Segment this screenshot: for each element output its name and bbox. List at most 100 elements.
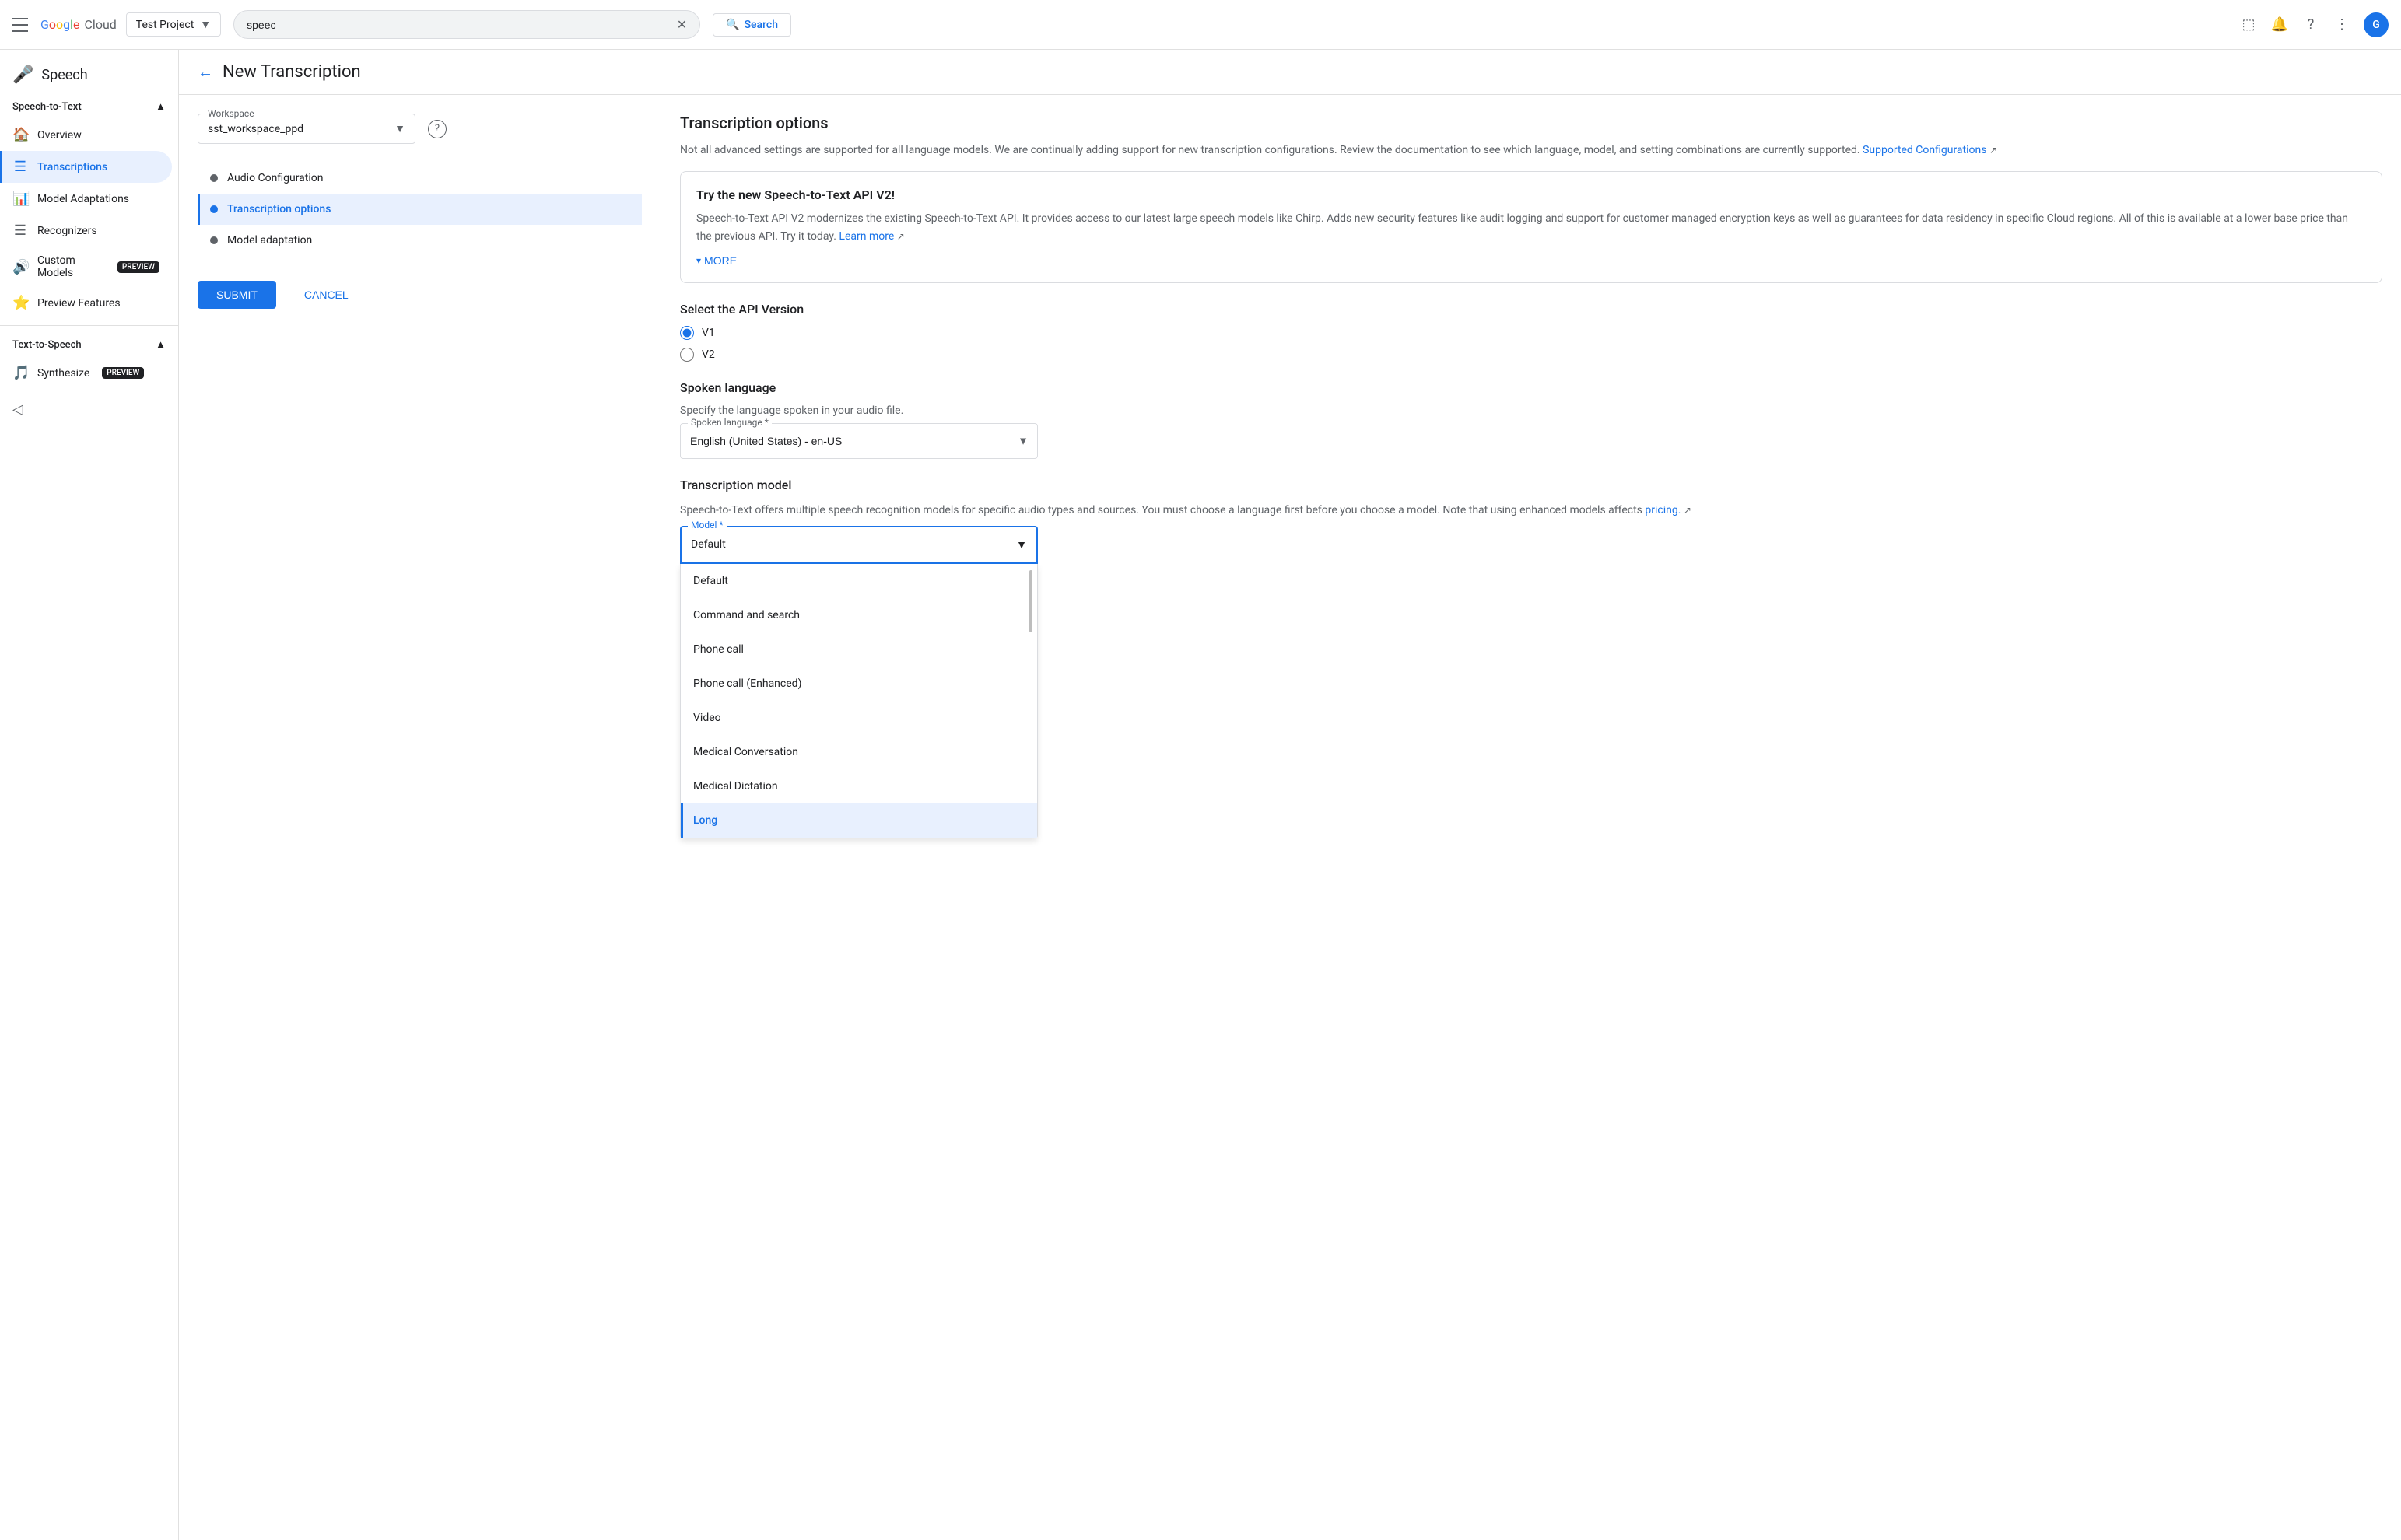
left-panel: Workspace sst_workspace_ppd ▼ ? Audio Co… [179, 95, 661, 1540]
sidebar-item-synthesize[interactable]: 🎵 Synthesize PREVIEW [0, 357, 172, 389]
chevron-up-icon-tts: ▲ [156, 338, 166, 351]
step-label-model: Model adaptation [227, 234, 312, 247]
api-version-v1-radio[interactable] [680, 326, 694, 340]
model-field-label: Model * [688, 520, 727, 530]
google-cloud-logo: Google Cloud [40, 17, 117, 32]
search-input[interactable] [247, 19, 671, 31]
model-option-command-search[interactable]: Command and search [681, 598, 1037, 632]
step-item-model-adaptation[interactable]: Model adaptation [198, 225, 642, 256]
api-version-v2[interactable]: V2 [680, 348, 2382, 362]
workspace-dropdown-icon: ▼ [394, 122, 405, 135]
v2-banner-desc: Speech-to-Text API V2 modernizes the exi… [696, 210, 2366, 245]
sidebar-collapse-button[interactable]: ◁ [0, 389, 178, 430]
spoken-language-desc: Specify the language spoken in your audi… [680, 404, 2382, 417]
project-selector[interactable]: Test Project ▼ [126, 12, 221, 37]
transcription-options-title: Transcription options [680, 114, 2382, 132]
model-option-default[interactable]: Default [681, 564, 1037, 598]
two-column-layout: Workspace sst_workspace_ppd ▼ ? Audio Co… [179, 95, 2401, 1540]
custom-models-preview-badge: PREVIEW [117, 261, 159, 273]
sidebar-item-label: Synthesize [37, 367, 89, 380]
recognizers-icon: ☰ [12, 222, 28, 239]
notifications-icon[interactable]: 🔔 [2270, 16, 2289, 34]
sidebar-item-model-adaptations[interactable]: 📊 Model Adaptations [0, 183, 172, 215]
search-button[interactable]: 🔍 Search [713, 13, 791, 37]
spoken-language-section: Spoken language Specify the language spo… [680, 380, 2382, 459]
pricing-link[interactable]: pricing. [1645, 504, 1681, 516]
chevron-down-icon: ▾ [696, 255, 701, 266]
sidebar-item-custom-models[interactable]: 🔊 Custom Models PREVIEW [0, 247, 172, 287]
sidebar-item-recognizers[interactable]: ☰ Recognizers [0, 215, 172, 247]
step-label-audio: Audio Configuration [227, 172, 323, 184]
sidebar-section-speech-to-text[interactable]: Speech-to-Text ▲ [0, 94, 178, 119]
sidebar-item-transcriptions[interactable]: ☰ Transcriptions [0, 151, 172, 183]
model-dropdown-trigger[interactable]: Default ▼ [680, 526, 1038, 564]
transcriptions-icon: ☰ [12, 159, 28, 175]
workspace-help-icon[interactable]: ? [428, 120, 447, 138]
sidebar-section-text-to-speech[interactable]: Text-to-Speech ▲ [0, 332, 178, 357]
avatar[interactable]: G [2364, 12, 2389, 37]
more-button[interactable]: ▾ MORE [696, 254, 737, 267]
synthesize-icon: 🎵 [12, 365, 28, 381]
v2-banner-title: Try the new Speech-to-Text API V2! [696, 187, 2366, 202]
model-option-medical-conversation[interactable]: Medical Conversation [681, 735, 1037, 769]
model-option-long[interactable]: Long [681, 803, 1037, 838]
model-field-wrapper: Model * Default ▼ Default Command and se… [680, 526, 2382, 838]
speech-product-icon: 🎤 [12, 65, 33, 85]
page-header: ← New Transcription [179, 50, 2401, 95]
hamburger-menu-icon[interactable] [12, 16, 31, 34]
sidebar-item-label: Model Adaptations [37, 193, 129, 205]
back-button[interactable]: ← [198, 62, 213, 82]
model-option-medical-dictation[interactable]: Medical Dictation [681, 769, 1037, 803]
custom-models-icon: 🔊 [12, 259, 28, 275]
settings-icon[interactable]: ⋮ [2333, 16, 2351, 34]
v2-banner: Try the new Speech-to-Text API V2! Speec… [680, 171, 2382, 283]
transcription-model-section: Transcription model Speech-to-Text offer… [680, 478, 2382, 838]
help-icon[interactable]: ? [2301, 16, 2320, 34]
sidebar-item-preview-features[interactable]: ⭐ Preview Features [0, 287, 172, 319]
step-item-audio-config[interactable]: Audio Configuration [198, 163, 642, 194]
workspace-selector-wrapper: Workspace sst_workspace_ppd ▼ [198, 114, 415, 144]
chevron-up-icon: ▲ [156, 100, 166, 113]
sidebar-item-label: Transcriptions [37, 161, 107, 173]
learn-more-link[interactable]: Learn more [839, 230, 894, 243]
step-bullet-audio [210, 174, 218, 182]
step-label-transcription: Transcription options [227, 203, 331, 215]
preview-features-icon: ⭐ [12, 295, 28, 311]
page-title: New Transcription [223, 62, 361, 82]
sidebar-item-label: Recognizers [37, 225, 97, 237]
sidebar-product-name: Speech [41, 67, 87, 83]
spoken-language-select[interactable]: English (United States) - en-US English … [680, 423, 1038, 459]
model-option-phone-call-enhanced[interactable]: Phone call (Enhanced) [681, 667, 1037, 701]
cloud-shell-icon[interactable]: ⬚ [2239, 16, 2258, 34]
content-area: ← New Transcription Workspace sst_worksp… [179, 50, 2401, 1540]
api-version-section: Select the API Version V1 V2 [680, 302, 2382, 362]
step-item-transcription-options[interactable]: Transcription options [198, 194, 642, 225]
dropdown-scrollbar [1029, 564, 1034, 838]
search-bar: ✕ [233, 10, 700, 39]
transcription-model-title: Transcription model [680, 478, 2382, 492]
learn-more-external-icon: ↗ [897, 231, 905, 242]
supported-configs-link[interactable]: Supported Configurations [1863, 144, 1986, 156]
step-list: Audio Configuration Transcription option… [198, 163, 642, 256]
sidebar: 🎤 Speech Speech-to-Text ▲ 🏠 Overview ☰ T… [0, 50, 179, 1540]
sidebar-item-overview[interactable]: 🏠 Overview [0, 119, 172, 151]
api-version-v1-label: V1 [702, 327, 715, 339]
model-option-phone-call[interactable]: Phone call [681, 632, 1037, 667]
spoken-language-title: Spoken language [680, 380, 2382, 395]
topbar-left: Google Cloud Test Project ▼ [12, 12, 221, 37]
transcription-options-desc: Not all advanced settings are supported … [680, 142, 2382, 159]
model-dropdown-arrow-icon: ▼ [1016, 538, 1027, 551]
dropdown-scroll-thumb [1029, 570, 1032, 632]
step-bullet-model [210, 236, 218, 244]
workspace-selector[interactable]: Workspace sst_workspace_ppd ▼ [198, 114, 415, 144]
model-option-video[interactable]: Video [681, 701, 1037, 735]
main-layout: 🎤 Speech Speech-to-Text ▲ 🏠 Overview ☰ T… [0, 50, 2401, 1540]
spoken-language-select-wrapper: Spoken language * English (United States… [680, 423, 1038, 459]
api-version-v1[interactable]: V1 [680, 326, 2382, 340]
api-version-v2-radio[interactable] [680, 348, 694, 362]
project-name: Test Project [136, 19, 194, 31]
submit-button[interactable]: SUBMIT [198, 281, 276, 309]
cancel-button[interactable]: CANCEL [286, 281, 367, 309]
search-clear-icon[interactable]: ✕ [677, 17, 687, 32]
model-dropdown-list: Default Command and search Phone call Ph… [680, 564, 1038, 838]
